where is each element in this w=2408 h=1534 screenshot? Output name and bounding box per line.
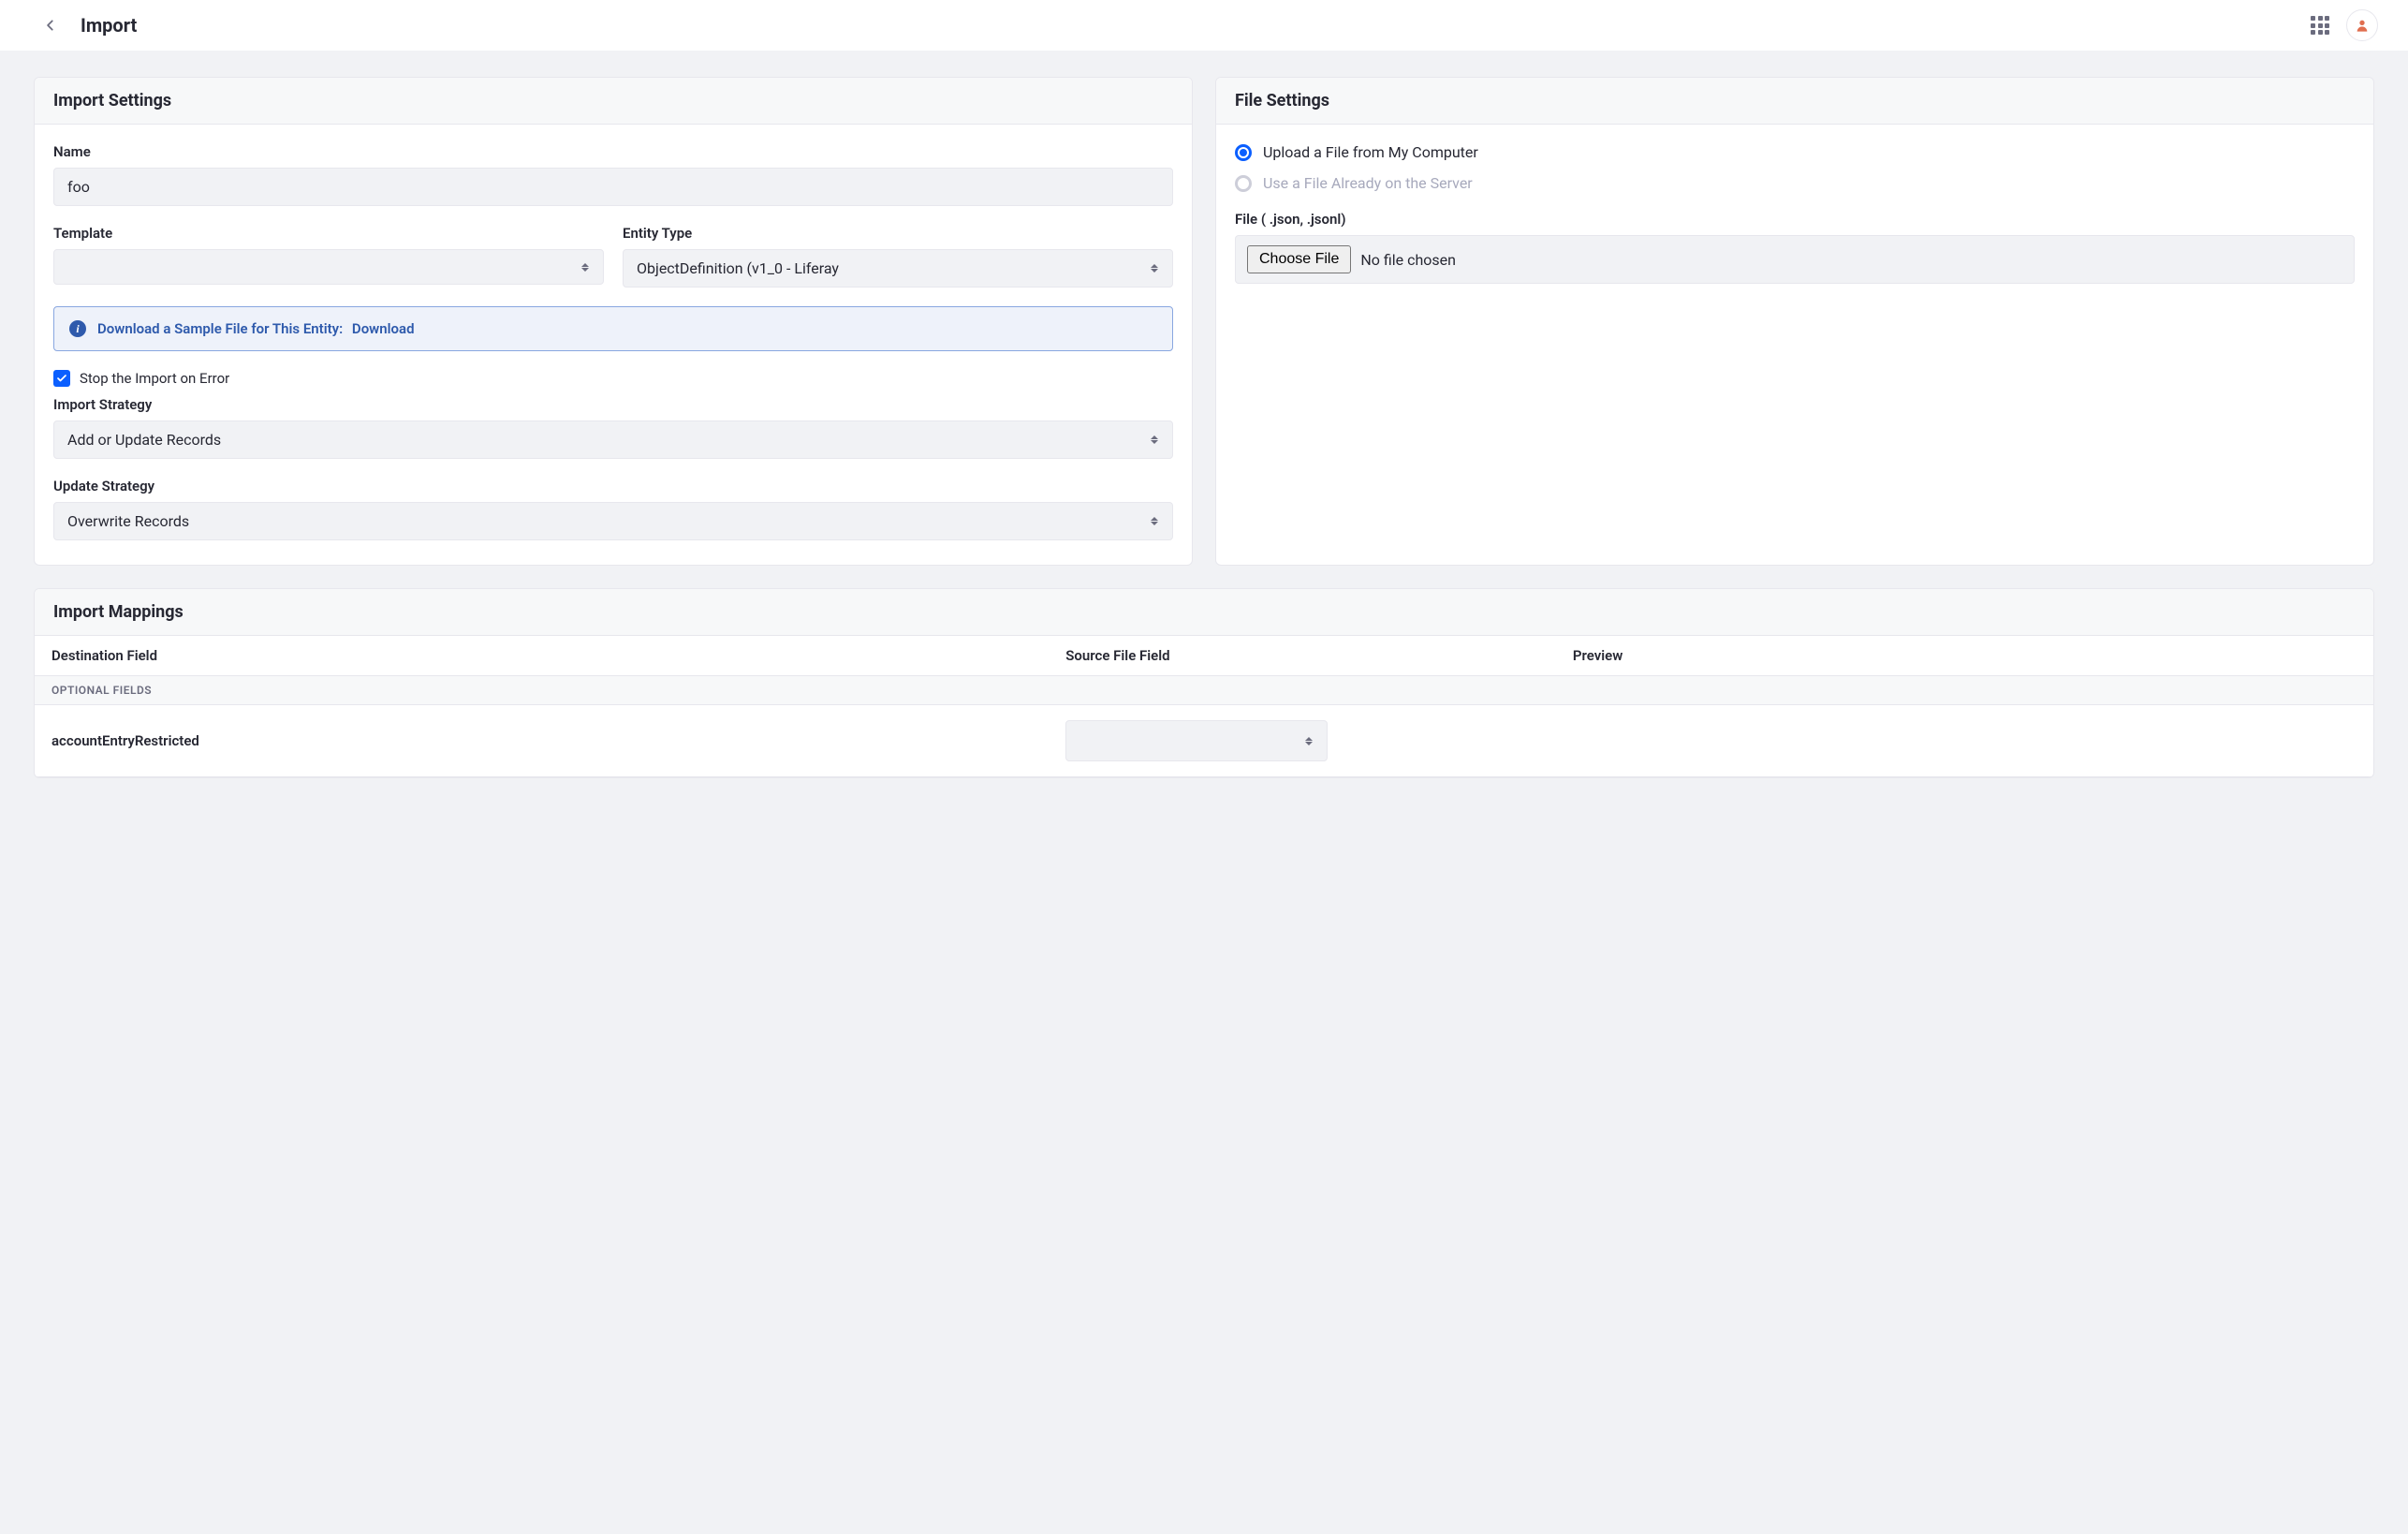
file-settings-header: File Settings — [1216, 78, 2373, 125]
import-strategy-label: Import Strategy — [53, 396, 1173, 413]
optional-fields-label: OPTIONAL FIELDS — [35, 676, 2373, 705]
sample-text: Download a Sample File for This Entity: — [97, 320, 343, 337]
entity-type-value: ObjectDefinition (v1_0 - Liferay — [637, 259, 1150, 277]
topbar-right — [2311, 9, 2378, 41]
back-button[interactable] — [37, 12, 64, 38]
check-icon — [56, 373, 67, 384]
import-strategy-value: Add or Update Records — [67, 431, 1150, 449]
update-strategy-select[interactable]: Overwrite Records — [53, 502, 1173, 540]
upload-radio-row: Upload a File from My Computer — [1235, 143, 2355, 161]
choose-file-button[interactable]: Choose File — [1247, 245, 1351, 273]
chevron-left-icon — [44, 19, 57, 32]
server-radio-row: Use a File Already on the Server — [1235, 174, 2355, 192]
update-strategy-group: Update Strategy Overwrite Records — [53, 478, 1173, 540]
sample-file-alert: i Download a Sample File for This Entity… — [53, 306, 1173, 351]
template-entity-row: Template Entity Type ObjectDefinition (v… — [53, 225, 1173, 288]
import-settings-header: Import Settings — [35, 78, 1192, 125]
update-strategy-label: Update Strategy — [53, 478, 1173, 494]
server-radio-label: Use a File Already on the Server — [1263, 174, 1473, 192]
sample-alert-text: Download a Sample File for This Entity: … — [97, 320, 415, 337]
mapping-source-select[interactable] — [1065, 720, 1328, 761]
import-settings-card: Import Settings Name Template — [34, 77, 1193, 566]
file-group: File ( .json, .jsonl) Choose File No fil… — [1235, 211, 2355, 284]
name-input[interactable] — [53, 168, 1173, 206]
template-select[interactable] — [53, 249, 604, 285]
topbar: Import — [0, 0, 2408, 51]
content: Import Settings Name Template — [0, 51, 2408, 804]
mapping-dest: accountEntryRestricted — [51, 732, 1065, 749]
apps-icon[interactable] — [2311, 16, 2329, 35]
import-mappings-body: Destination Field Source File Field Prev… — [35, 636, 2373, 777]
caret-icon — [1150, 261, 1159, 276]
template-group: Template — [53, 225, 604, 288]
file-settings-card: File Settings Upload a File from My Comp… — [1215, 77, 2374, 566]
upload-radio[interactable] — [1235, 144, 1252, 161]
file-input-wrap: Choose File No file chosen — [1235, 235, 2355, 284]
stop-on-error-checkbox[interactable] — [53, 370, 70, 387]
mapping-headers: Destination Field Source File Field Prev… — [35, 636, 2373, 676]
topbar-left: Import — [37, 12, 137, 38]
entity-type-group: Entity Type ObjectDefinition (v1_0 - Lif… — [623, 225, 1173, 288]
page-title: Import — [81, 14, 137, 37]
caret-icon — [1150, 514, 1159, 529]
col-dest-header: Destination Field — [51, 647, 1065, 664]
entity-type-select[interactable]: ObjectDefinition (v1_0 - Liferay — [623, 249, 1173, 288]
col-prev-header: Preview — [1573, 647, 2357, 664]
caret-icon — [1304, 733, 1314, 748]
upload-radio-label: Upload a File from My Computer — [1263, 143, 1478, 161]
template-label: Template — [53, 225, 604, 242]
server-radio — [1235, 175, 1252, 192]
file-status: No file chosen — [1360, 251, 1456, 269]
file-settings-body: Upload a File from My Computer Use a Fil… — [1216, 125, 2373, 308]
name-label: Name — [53, 143, 1173, 160]
file-label: File ( .json, .jsonl) — [1235, 211, 2355, 228]
top-row: Import Settings Name Template — [34, 77, 2374, 566]
import-mappings-header: Import Mappings — [35, 589, 2373, 636]
stop-on-error-row: Stop the Import on Error — [53, 370, 1173, 387]
name-group: Name — [53, 143, 1173, 206]
import-strategy-group: Import Strategy Add or Update Records — [53, 396, 1173, 459]
user-icon — [2355, 18, 2370, 33]
update-strategy-value: Overwrite Records — [67, 512, 1150, 530]
mapping-src-cell — [1065, 720, 1573, 761]
import-settings-body: Name Template Entity Type Obje — [35, 125, 1192, 565]
stop-on-error-label: Stop the Import on Error — [80, 370, 229, 387]
mapping-row: accountEntryRestricted — [35, 705, 2373, 777]
caret-icon — [1150, 433, 1159, 448]
entity-type-label: Entity Type — [623, 225, 1173, 242]
col-src-header: Source File Field — [1065, 647, 1573, 664]
user-avatar[interactable] — [2346, 9, 2378, 41]
import-mappings-card: Import Mappings Destination Field Source… — [34, 588, 2374, 778]
caret-icon — [580, 259, 590, 274]
info-icon: i — [69, 320, 86, 337]
sample-download-link[interactable]: Download — [352, 320, 415, 337]
import-strategy-select[interactable]: Add or Update Records — [53, 420, 1173, 459]
